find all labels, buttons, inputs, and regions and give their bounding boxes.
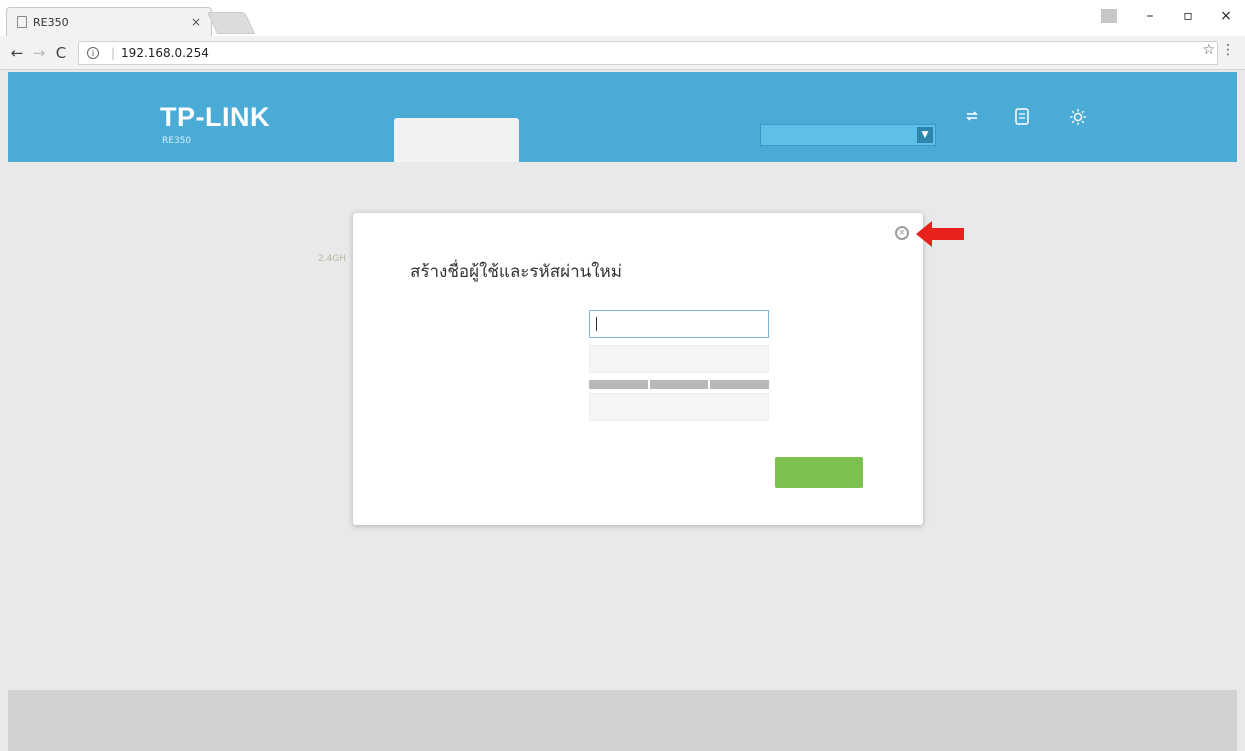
password-strength-bar: [589, 380, 770, 389]
tab-strip: RE350 × – ▫ ×: [0, 0, 1245, 36]
maximize-button[interactable]: ▫: [1169, 0, 1207, 32]
browser-chrome: RE350 × – ▫ × ← → C i | 192.168.0.254 ☆ …: [0, 0, 1245, 70]
band-label: 2.4GH: [318, 254, 347, 264]
router-header: TP-LINK RE350 ▼: [8, 72, 1237, 162]
new-tab-button[interactable]: [206, 12, 256, 34]
reload-button[interactable]: C: [50, 44, 72, 62]
chevron-down-icon: ▼: [917, 127, 933, 143]
language-select[interactable]: ▼: [760, 124, 936, 146]
page-icon: [17, 16, 27, 28]
back-button[interactable]: ←: [6, 44, 28, 62]
password-input[interactable]: [589, 345, 769, 373]
confirm-password-input[interactable]: [589, 393, 769, 421]
strength-strong: [710, 380, 770, 389]
close-icon[interactable]: ×: [895, 226, 909, 240]
bookmark-star-icon[interactable]: ☆: [1202, 42, 1215, 58]
led-button[interactable]: [1064, 108, 1092, 128]
model-name: RE350: [162, 136, 192, 146]
reboot-button[interactable]: [958, 108, 986, 126]
text-caret: [596, 317, 597, 331]
red-arrow-annotation: [916, 221, 964, 247]
window-controls: – ▫ ×: [1101, 0, 1245, 32]
close-window-button[interactable]: ×: [1207, 0, 1245, 32]
tab-close-icon[interactable]: ×: [191, 15, 201, 29]
sun-icon: [1070, 109, 1086, 125]
page-footer: [8, 690, 1237, 751]
create-account-dialog: × สร้างชื่อผู้ใช้และรหัสผ่านใหม่: [353, 213, 923, 525]
tab-quick-setup[interactable]: [394, 118, 519, 162]
reboot-icon: [966, 111, 978, 121]
url-text: 192.168.0.254: [121, 46, 209, 60]
info-icon[interactable]: i: [87, 47, 99, 59]
dialog-title: สร้างชื่อผู้ใช้และรหัสผ่านใหม่: [410, 262, 622, 282]
strength-weak: [589, 380, 648, 389]
guide-icon: [1015, 108, 1029, 125]
guide-button[interactable]: [1008, 108, 1036, 128]
save-button[interactable]: [775, 457, 863, 488]
strength-medium: [649, 380, 709, 389]
tp-link-logo: TP-LINK: [160, 102, 270, 132]
profile-avatar[interactable]: [1101, 9, 1117, 23]
browser-toolbar: ← → C i | 192.168.0.254 ☆ ⋮: [0, 36, 1245, 70]
minimize-button[interactable]: –: [1131, 0, 1169, 32]
browser-menu-icon[interactable]: ⋮: [1221, 42, 1235, 58]
tab-title: RE350: [33, 15, 69, 29]
forward-button[interactable]: →: [28, 44, 50, 62]
browser-tab[interactable]: RE350 ×: [6, 7, 212, 36]
separator: |: [111, 46, 116, 60]
username-input[interactable]: [589, 310, 769, 338]
address-bar[interactable]: i | 192.168.0.254: [78, 41, 1218, 65]
